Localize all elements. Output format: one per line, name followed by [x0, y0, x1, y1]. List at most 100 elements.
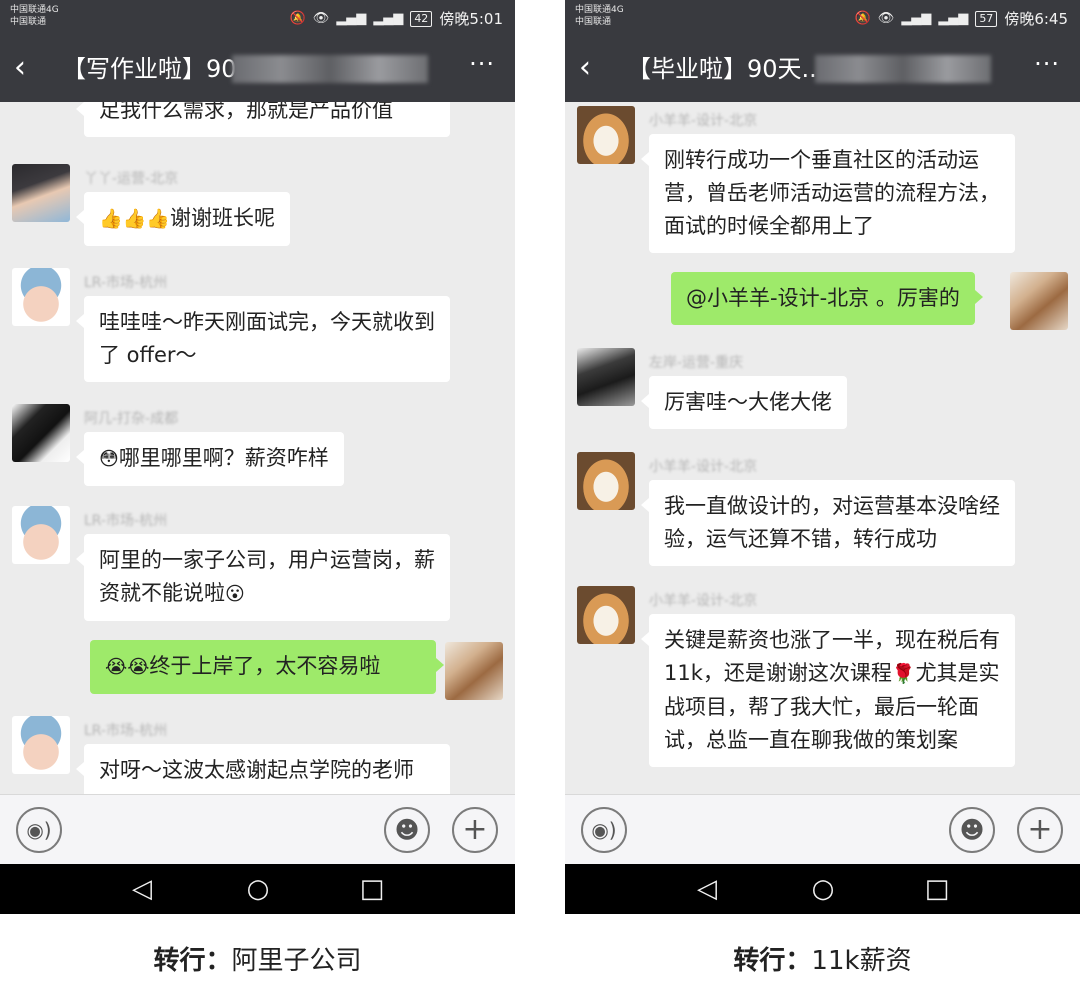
more-dots-icon[interactable]: ···	[1034, 50, 1060, 78]
battery-icon: 57	[975, 10, 998, 27]
sender-name: LR-市场-杭州	[84, 513, 168, 529]
message-text: 对呀～这波太感谢起点学院的老师	[99, 758, 414, 782]
chat-title: 【毕业啦】90天..	[627, 55, 817, 83]
chat-title-bar: ‹ 【写作业啦】90 ···	[0, 36, 515, 102]
carrier-primary: 中国联通4G	[575, 5, 624, 15]
clock: 傍晚6:45	[1004, 10, 1068, 28]
left-phone-screenshot: 中国联通4G 中国联通 🔕 👁 ▂▄▆ ▂▄▆ 42 傍晚5:01 ‹ 【写作业…	[0, 0, 515, 914]
blurred-title-region	[232, 55, 428, 83]
plus-icon[interactable]: +	[452, 807, 498, 853]
sender-name: 左岸-运营-重庆	[649, 355, 744, 371]
plus-icon[interactable]: +	[1017, 807, 1063, 853]
sender-name: 小羊羊-设计-北京	[649, 593, 758, 609]
message-text: 厉害哇～大佬大佬	[664, 390, 832, 414]
message-text: 终于上岸了，太不容易啦	[149, 654, 381, 678]
chevron-left-icon[interactable]: ‹	[579, 51, 609, 87]
triangle-back-icon[interactable]: ◁	[687, 864, 727, 914]
sender-name: 阿几-打杂-成都	[84, 411, 179, 427]
chat-title-bar: ‹ 【毕业啦】90天.. ···	[565, 36, 1080, 102]
chat-message-list[interactable]: 小羊羊-设计-北京 刚转行成功一个垂直社区的活动运营，曾岳老师活动运营的流程方法…	[565, 102, 1080, 794]
square-recent-icon[interactable]: □	[352, 864, 392, 914]
left-caption: 转行：阿里子公司	[0, 940, 515, 977]
signal-icon: ▂▄▆	[336, 11, 367, 26]
carrier-secondary: 中国联通	[10, 17, 47, 27]
sender-name: LR-市场-杭州	[84, 275, 168, 291]
message-text: 我一直做设计的，对运营基本没啥经验，运气还算不错，转行成功	[664, 494, 1000, 551]
message-text: 阿里的一家子公司，用户运营岗，薪资就不能说啦	[99, 548, 435, 605]
clock: 傍晚5:01	[439, 10, 503, 28]
message-bubble: 👍👍👍谢谢班长呢	[76, 192, 290, 246]
avatar[interactable]	[445, 642, 503, 700]
message-bubble: 刚转行成功一个垂直社区的活动运营，曾岳老师活动运营的流程方法，面试的时候全都用上…	[641, 134, 1015, 253]
message-bubble: 哇哇哇～昨天刚面试完，今天就收到了 offer～	[76, 296, 450, 382]
signal-icon: ▂▄▆	[938, 11, 969, 26]
eye-icon: 👁	[877, 11, 895, 26]
avatar[interactable]	[577, 106, 635, 164]
caption-value: 11k薪资	[811, 946, 912, 976]
avatar[interactable]	[12, 716, 70, 774]
right-phone-screenshot: 中国联通4G 中国联通 🔕 👁 ▂▄▆ ▂▄▆ 57 傍晚6:45 ‹ 【毕业啦…	[565, 0, 1080, 914]
chat-input-bar: ◉) ☻ +	[565, 794, 1080, 864]
android-nav-bar: ◁ ○ □	[565, 864, 1080, 914]
avatar[interactable]	[577, 452, 635, 510]
carrier-info: 中国联通4G 中国联通	[575, 4, 624, 28]
message-text: 足我什么需求，那就是产品价值	[99, 102, 393, 122]
message-bubble: 足我什么需求，那就是产品价值	[76, 102, 450, 137]
smiley-icon[interactable]: ☻	[384, 807, 430, 853]
message-text: 刚转行成功一个垂直社区的活动运营，曾岳老师活动运营的流程方法，面试的时候全都用上…	[664, 148, 1000, 238]
signal-icon: ▂▄▆	[901, 11, 932, 26]
avatar[interactable]	[577, 348, 635, 406]
avatar[interactable]	[12, 506, 70, 564]
message-text: @小羊羊-设计-北京 。厉害的	[686, 286, 960, 310]
sender-name: LR-市场-杭州	[84, 723, 168, 739]
triangle-back-icon[interactable]: ◁	[122, 864, 162, 914]
caption-value: 阿里子公司	[231, 946, 362, 976]
carrier-primary: 中国联通4G	[10, 5, 59, 15]
message-bubble: 我一直做设计的，对运营基本没啥经验，运气还算不错，转行成功	[641, 480, 1015, 566]
avatar[interactable]	[577, 586, 635, 644]
carrier-info: 中国联通4G 中国联通	[10, 4, 59, 28]
mute-icon: 🔕	[854, 11, 871, 26]
status-bar: 中国联通4G 中国联通 🔕 👁 ▂▄▆ ▂▄▆ 57 傍晚6:45	[565, 0, 1080, 36]
avatar[interactable]	[12, 404, 70, 462]
blurred-title-region	[815, 55, 991, 83]
sender-name: 丫丫-运营-北京	[84, 171, 179, 187]
more-dots-icon[interactable]: ···	[469, 50, 495, 78]
status-right: 🔕 👁 ▂▄▆ ▂▄▆ 42 傍晚5:01	[290, 8, 503, 29]
sender-name: 小羊羊-设计-北京	[649, 459, 758, 475]
sender-name: 小羊羊-设计-北京	[649, 113, 758, 129]
thumbs-up-icon: 👍👍👍	[99, 208, 170, 230]
signal-icon: ▂▄▆	[373, 11, 404, 26]
status-right: 🔕 👁 ▂▄▆ ▂▄▆ 57 傍晚6:45	[855, 8, 1068, 29]
chat-input-bar: ◉) ☻ +	[0, 794, 515, 864]
avatar[interactable]	[12, 164, 70, 222]
status-bar: 中国联通4G 中国联通 🔕 👁 ▂▄▆ ▂▄▆ 42 傍晚5:01	[0, 0, 515, 36]
circle-home-icon[interactable]: ○	[803, 864, 843, 914]
circle-home-icon[interactable]: ○	[238, 864, 278, 914]
message-bubble: 😳哪里哪里啊？薪资咋样	[76, 432, 344, 486]
message-bubble: 对呀～这波太感谢起点学院的老师	[76, 744, 450, 794]
square-recent-icon[interactable]: □	[917, 864, 957, 914]
chat-title: 【写作业啦】90	[62, 55, 237, 83]
smiley-icon[interactable]: ☻	[949, 807, 995, 853]
chat-message-list[interactable]: 足我什么需求，那就是产品价值 丫丫-运营-北京 👍👍👍谢谢班长呢 LR-市场-杭…	[0, 102, 515, 794]
caption-label: 转行：	[733, 946, 812, 976]
mute-icon: 🔕	[289, 11, 306, 26]
message-bubble: 阿里的一家子公司，用户运营岗，薪资就不能说啦😮	[76, 534, 450, 621]
avatar[interactable]	[1010, 272, 1068, 330]
message-bubble: 厉害哇～大佬大佬	[641, 376, 847, 429]
avatar[interactable]	[12, 268, 70, 326]
carrier-secondary: 中国联通	[575, 17, 612, 27]
message-bubble: 关键是薪资也涨了一半，现在税后有11k，还是谢谢这次课程🌹尤其是实战项目，帮了我…	[641, 614, 1015, 767]
message-bubble-mine: @小羊羊-设计-北京 。厉害的	[671, 272, 983, 325]
crying-face-icon: 😭😭	[105, 656, 150, 678]
message-text: 哇哇哇～昨天刚面试完，今天就收到了 offer～	[99, 310, 435, 367]
voice-icon[interactable]: ◉)	[581, 807, 627, 853]
voice-icon[interactable]: ◉)	[16, 807, 62, 853]
message-text: 哪里哪里啊？薪资咋样	[118, 446, 329, 470]
message-text: 谢谢班长呢	[169, 206, 275, 230]
battery-icon: 42	[410, 10, 433, 27]
eye-icon: 👁	[312, 11, 330, 26]
chevron-left-icon[interactable]: ‹	[14, 51, 44, 87]
flushed-face-icon: 😳	[99, 448, 119, 470]
